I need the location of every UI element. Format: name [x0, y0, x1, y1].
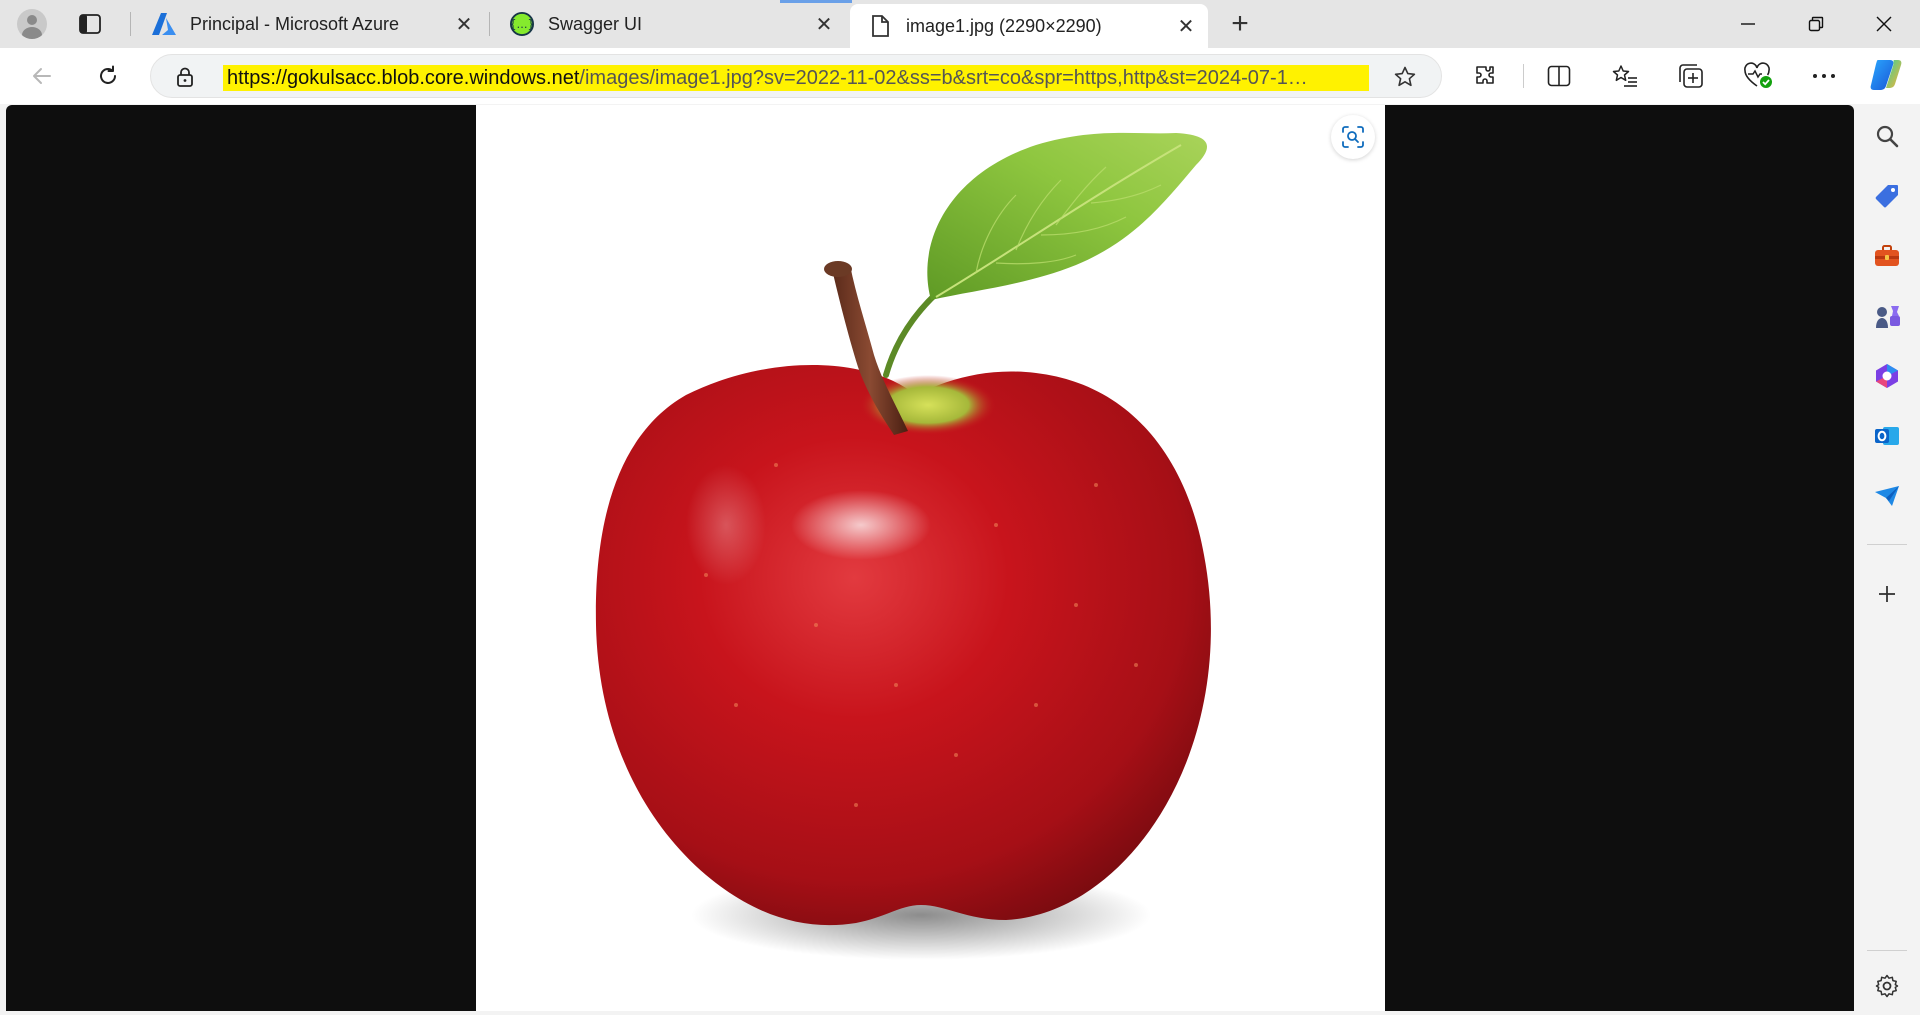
azure-icon: [152, 12, 176, 36]
sidebar-search-button[interactable]: [1871, 120, 1903, 152]
swagger-icon: {…}: [510, 12, 534, 36]
restore-button[interactable]: [1784, 0, 1848, 48]
new-tab-button[interactable]: +: [1224, 7, 1256, 40]
sidebar-divider: [1867, 544, 1907, 545]
image-canvas[interactable]: [476, 105, 1385, 1011]
add-icon: [1879, 586, 1895, 602]
settings-icon: [1875, 974, 1899, 998]
tab-actions-icon: [79, 14, 101, 34]
sidebar-divider: [1867, 950, 1907, 951]
window-close-button[interactable]: [1852, 0, 1916, 48]
refresh-icon: [100, 65, 116, 84]
url-path: /images/image1.jpg?sv=2022-11-02&ss=b&sr…: [579, 67, 1308, 89]
close-icon[interactable]: ✕: [452, 12, 476, 36]
search-icon: [1876, 125, 1899, 148]
collections-button[interactable]: [1675, 60, 1707, 92]
tab-azure[interactable]: Principal - Microsoft Azure ✕: [134, 0, 486, 48]
minimize-icon: [1741, 23, 1755, 25]
avatar: [17, 9, 47, 39]
sidebar-m365-button[interactable]: [1871, 360, 1903, 392]
sidebar-outlook-button[interactable]: [1871, 420, 1903, 452]
browser-essentials-button[interactable]: [1742, 60, 1774, 92]
split-screen-button[interactable]: [1543, 60, 1575, 92]
tab-swagger[interactable]: {…} Swagger UI ✕: [492, 0, 846, 48]
refresh-button[interactable]: [88, 56, 128, 96]
url-field[interactable]: https://gokulsacc.blob.core.windows.net/…: [223, 65, 1369, 91]
sidebar-add-button[interactable]: [1871, 578, 1903, 610]
toolbox-icon: [1875, 245, 1899, 266]
restore-icon: [1808, 16, 1824, 32]
close-icon: [1876, 16, 1892, 32]
minimize-button[interactable]: [1716, 0, 1780, 48]
send-icon: [1875, 486, 1899, 506]
address-bar[interactable]: https://gokulsacc.blob.core.windows.net/…: [150, 54, 1442, 98]
visual-search-button[interactable]: [1331, 115, 1375, 159]
visual-search-icon: [1342, 126, 1364, 148]
url-host: https://gokulsacc.blob.core.windows.net: [227, 67, 580, 89]
split-screen-icon: [1547, 65, 1571, 87]
collections-icon: [1679, 64, 1703, 88]
favorite-star-icon[interactable]: [1393, 65, 1417, 89]
tab-image1[interactable]: image1.jpg (2290×2290) ✕: [850, 4, 1208, 48]
svg-text:{…}: {…}: [510, 18, 534, 31]
close-icon[interactable]: ✕: [812, 12, 836, 36]
apple-photo: [595, 132, 1211, 960]
extensions-button[interactable]: [1470, 60, 1502, 92]
image-viewer: [6, 105, 1854, 1011]
file-icon: [868, 14, 892, 38]
back-button[interactable]: [22, 56, 62, 96]
tag-icon: [1875, 185, 1898, 208]
sidebar-send-button[interactable]: [1871, 480, 1903, 512]
copilot-icon: [1870, 60, 1902, 90]
tab-actions-button[interactable]: [72, 8, 108, 40]
sidebar-shopping-button[interactable]: [1871, 180, 1903, 212]
lock-icon[interactable]: [175, 67, 195, 87]
more-icon: [1813, 74, 1835, 78]
tab-title: Principal - Microsoft Azure: [190, 13, 400, 34]
extensions-icon: [1476, 66, 1494, 84]
edge-sidebar: [1854, 104, 1920, 1015]
tab-divider: [489, 12, 490, 36]
browser-toolbar: https://gokulsacc.blob.core.windows.net/…: [0, 48, 1920, 104]
favorites-list-icon: [1612, 65, 1637, 87]
toolbar-divider: [1523, 64, 1524, 88]
tab-divider: [130, 12, 131, 36]
back-arrow-icon: [33, 68, 51, 84]
tab-title: image1.jpg (2290×2290): [906, 15, 1102, 36]
heart-pulse-icon: [1744, 62, 1772, 88]
favorites-button[interactable]: [1609, 60, 1641, 92]
close-icon[interactable]: ✕: [1174, 14, 1198, 38]
sidebar-games-button[interactable]: [1871, 300, 1903, 332]
outlook-icon: [1875, 427, 1899, 445]
more-button[interactable]: [1808, 60, 1840, 92]
tab-loading-indicator: [780, 0, 852, 3]
profile-button[interactable]: [14, 6, 50, 42]
tab-title: Swagger UI: [548, 13, 643, 34]
title-bar: Principal - Microsoft Azure ✕ {…} Swagge…: [0, 0, 1920, 48]
games-icon: [1876, 306, 1900, 328]
m365-icon: [1876, 364, 1898, 388]
copilot-button[interactable]: [1866, 54, 1906, 94]
sidebar-tools-button[interactable]: [1871, 240, 1903, 272]
sidebar-settings-button[interactable]: [1871, 970, 1903, 1002]
